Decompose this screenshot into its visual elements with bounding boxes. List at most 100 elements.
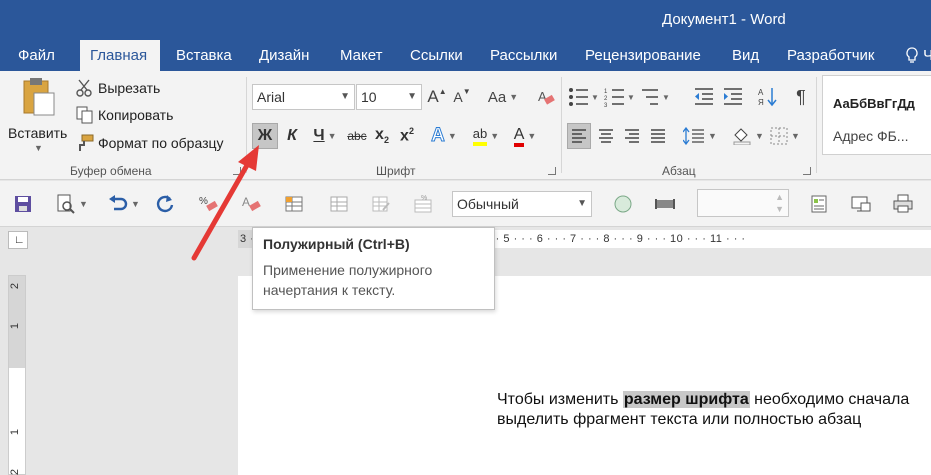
style-name[interactable]: Адрес ФБ...	[833, 128, 908, 144]
lightbulb-icon	[906, 47, 918, 63]
svg-text:▼: ▼	[627, 93, 634, 102]
paragraph-launcher-icon[interactable]	[803, 167, 811, 175]
svg-text:2: 2	[604, 96, 608, 102]
increase-indent-icon[interactable]	[722, 87, 744, 107]
tab-insert[interactable]: Вставка	[166, 40, 242, 71]
font-color-button[interactable]: A ▼	[507, 123, 543, 149]
svg-text:1: 1	[604, 89, 608, 95]
text-effects-icon: A	[431, 125, 446, 147]
subscript-button[interactable]: x2	[371, 123, 393, 149]
line-spacing-button[interactable]: ▼	[683, 123, 717, 149]
sort-icon[interactable]: АЯ	[758, 86, 778, 108]
borders-button[interactable]: ▼	[768, 123, 802, 149]
tab-view[interactable]: Вид	[722, 40, 769, 71]
change-case-button[interactable]: Aa ▼	[485, 85, 521, 109]
tab-home[interactable]: Главная	[80, 40, 160, 71]
superscript-button[interactable]: x2	[396, 123, 418, 149]
format-painter-icon	[79, 134, 94, 151]
print-button[interactable]	[890, 191, 916, 217]
clipboard-launcher-icon[interactable]	[233, 167, 241, 175]
tab-layout[interactable]: Макет	[330, 40, 392, 71]
tab-developer[interactable]: Разработчик	[777, 40, 884, 71]
align-left-icon	[572, 129, 586, 143]
chevron-down-icon: ▼	[577, 198, 587, 209]
italic-button[interactable]: К	[281, 123, 303, 149]
align-center-button[interactable]	[594, 123, 618, 149]
multilevel-list-icon[interactable]: ▼	[640, 87, 670, 107]
save-button[interactable]	[10, 191, 36, 217]
shrink-font-button[interactable]: A ▼	[452, 85, 472, 109]
tab-references[interactable]: Ссылки	[400, 40, 473, 71]
strikethrough-button[interactable]: abc	[345, 123, 369, 149]
print-preview-button[interactable]: ▼	[52, 191, 92, 217]
shading-button[interactable]: ▼	[730, 123, 766, 149]
tab-file[interactable]: Файл	[8, 40, 65, 71]
percent-clear-button[interactable]: %	[196, 191, 222, 217]
spin-up-icon[interactable]: ▲	[775, 192, 784, 202]
tell-me-label: Ч	[923, 47, 931, 64]
font-size-value: 10	[361, 89, 377, 105]
text-box-button[interactable]	[806, 191, 832, 217]
line-spacing-icon	[683, 127, 705, 145]
ribbon-tabs: Файл Главная Вставка Дизайн Макет Ссылки…	[0, 40, 931, 71]
copy-label: Копировать	[98, 107, 174, 123]
tab-stop-icon: ∟	[14, 234, 25, 246]
strike-glyph: abc	[347, 129, 367, 143]
percent-clear-icon: %	[199, 196, 218, 212]
tab-mailings[interactable]: Рассылки	[480, 40, 567, 71]
redo-button[interactable]	[152, 191, 178, 217]
font-family-combo[interactable]: Arial ▼	[252, 84, 355, 110]
table-grid-button[interactable]	[281, 191, 307, 217]
circle-shape-icon	[614, 195, 632, 213]
style-combo[interactable]: Обычный ▼	[452, 191, 592, 217]
table-percent-icon: %	[414, 195, 432, 213]
shape-circle-button[interactable]	[610, 191, 636, 217]
undo-button[interactable]: ▼	[104, 191, 144, 217]
svg-text:▼: ▼	[662, 93, 670, 102]
highlight-button[interactable]: ab ▼	[468, 123, 504, 149]
cut-button[interactable]: Вырезать	[76, 77, 196, 99]
copy-button[interactable]: Копировать	[76, 104, 196, 126]
decrease-indent-icon[interactable]	[693, 87, 715, 107]
shape-bar-button[interactable]	[652, 191, 678, 217]
shading-icon	[733, 128, 751, 145]
paste-dropdown-icon[interactable]: ▼	[34, 143, 43, 153]
font-size-combo[interactable]: 10 ▼	[356, 84, 422, 110]
group-divider	[816, 77, 817, 173]
justify-button[interactable]	[646, 123, 670, 149]
table-edit-button[interactable]	[368, 191, 394, 217]
clear-format-button[interactable]: A	[535, 85, 557, 109]
paste-button[interactable]: Вставить ▼	[4, 75, 70, 159]
document-paragraph[interactable]: Чтобы изменить размер шрифта необходимо …	[497, 390, 931, 430]
empty-combo[interactable]: ▲ ▼	[697, 189, 789, 217]
vruler-number: 1	[9, 322, 22, 330]
spin-down-icon[interactable]: ▼	[775, 204, 784, 214]
table-props-button[interactable]	[326, 191, 352, 217]
screen-button[interactable]	[848, 191, 874, 217]
text-run: необходимо сначала	[749, 391, 910, 408]
tab-design[interactable]: Дизайн	[249, 40, 319, 71]
tab-review[interactable]: Рецензирование	[575, 40, 711, 71]
numbering-icon[interactable]: 123 ▼	[604, 87, 634, 107]
format-painter-button[interactable]: Формат по образцу	[76, 132, 241, 154]
ribbon: Вставить ▼ Вырезать Копировать Формат по…	[0, 71, 931, 180]
align-right-button[interactable]	[620, 123, 644, 149]
bold-glyph: Ж	[257, 127, 273, 144]
clear-style-button[interactable]: A	[239, 191, 265, 217]
align-left-button[interactable]	[567, 123, 591, 149]
table-percent-button[interactable]: %	[410, 191, 436, 217]
text-effects-button[interactable]: A ▼	[431, 123, 457, 149]
table-properties-icon	[330, 196, 348, 212]
bullets-icon[interactable]: ▼	[568, 87, 598, 107]
tab-tell-me[interactable]: Ч	[895, 40, 931, 71]
font-launcher-icon[interactable]	[548, 167, 556, 175]
underline-button[interactable]: Ч ▼	[307, 123, 343, 149]
selected-text[interactable]: размер шрифта	[622, 391, 750, 408]
grow-font-button[interactable]: A ▲	[427, 85, 447, 109]
vertical-ruler[interactable]: 2 1 1 2	[8, 275, 26, 475]
styles-gallery: АаБбВвГгДд Адрес ФБ...	[822, 75, 931, 155]
tab-stop-selector[interactable]: ∟	[8, 231, 28, 249]
style-sample[interactable]: АаБбВвГгДд	[833, 96, 915, 111]
bold-button[interactable]: Ж	[252, 123, 278, 149]
show-marks-icon[interactable]: ¶	[791, 85, 811, 109]
